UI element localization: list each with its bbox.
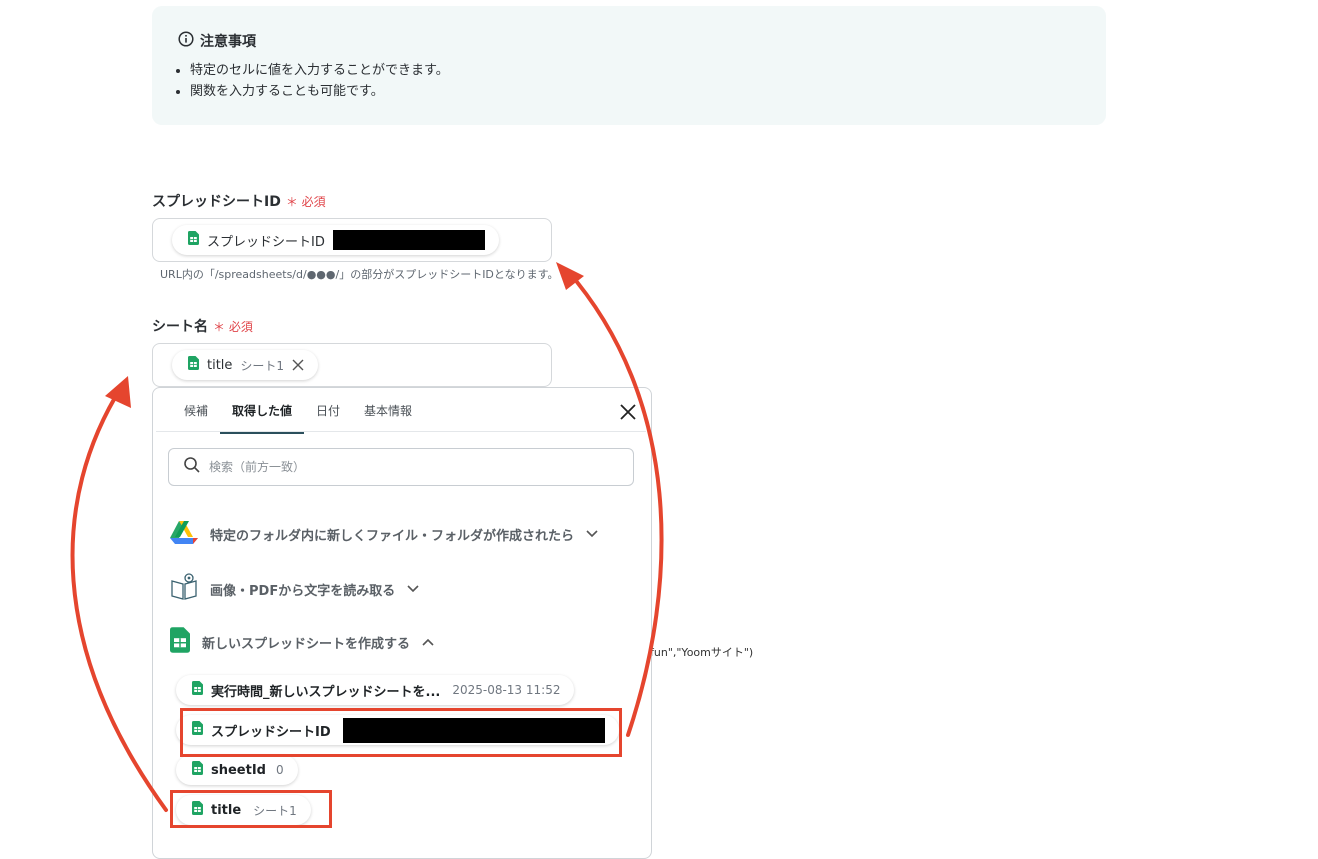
annotation-arrows [70, 262, 664, 812]
arrow-to-spreadsheet-id [565, 268, 664, 737]
arrow-to-sheet-name [70, 384, 168, 812]
arrow-head-icon [105, 376, 131, 408]
